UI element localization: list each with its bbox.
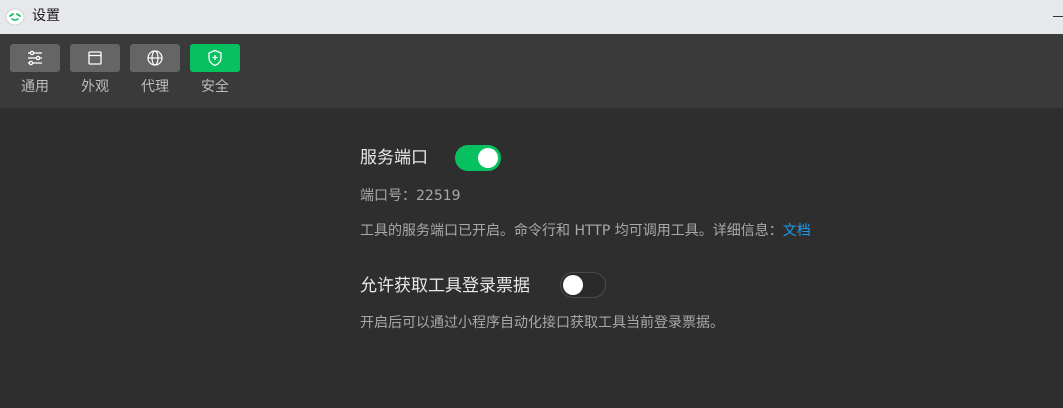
globe-icon	[147, 50, 163, 66]
window-icon	[88, 51, 102, 65]
title-bar: 设置	[0, 0, 1063, 34]
tab-general-label: 通用	[21, 79, 49, 95]
tab-security-button[interactable]	[190, 44, 240, 72]
tab-general-button[interactable]	[10, 44, 60, 72]
tab-appearance-button[interactable]	[70, 44, 120, 72]
tab-security-label: 安全	[201, 79, 229, 95]
tab-general[interactable]: 通用	[10, 44, 60, 104]
allow-ticket-toggle[interactable]	[560, 272, 606, 298]
minimize-icon[interactable]	[1053, 7, 1063, 25]
tab-proxy[interactable]: 代理	[130, 44, 180, 104]
docs-link[interactable]: 文档	[783, 223, 811, 239]
service-port-title: 服务端口	[360, 148, 428, 168]
service-port-toggle[interactable]	[455, 145, 501, 171]
allow-ticket-description: 开启后可以通过小程序自动化接口获取工具当前登录票据。	[360, 315, 724, 331]
tab-security[interactable]: 安全	[190, 44, 240, 104]
tab-proxy-button[interactable]	[130, 44, 180, 72]
toggle-knob	[563, 275, 583, 295]
port-number-label: 端口号：22519	[360, 188, 461, 204]
window-title: 设置	[32, 8, 60, 24]
settings-content: 服务端口 端口号：22519 工具的服务端口已开启。命令行和 HTTP 均可调用…	[0, 108, 1063, 408]
tab-appearance[interactable]: 外观	[70, 44, 120, 104]
service-port-description: 工具的服务端口已开启。命令行和 HTTP 均可调用工具。详细信息：文档	[360, 222, 811, 240]
settings-toolbar: 通用 外观 代理 安全	[0, 34, 1063, 108]
wechat-devtools-icon	[5, 8, 25, 26]
shield-icon	[208, 49, 222, 67]
tab-proxy-label: 代理	[141, 79, 169, 95]
allow-ticket-title: 允许获取工具登录票据	[360, 276, 530, 296]
toggle-knob	[478, 148, 498, 168]
sliders-icon	[28, 50, 42, 66]
tab-appearance-label: 外观	[81, 79, 109, 95]
service-port-description-text: 工具的服务端口已开启。命令行和 HTTP 均可调用工具。详细信息：	[360, 223, 783, 239]
